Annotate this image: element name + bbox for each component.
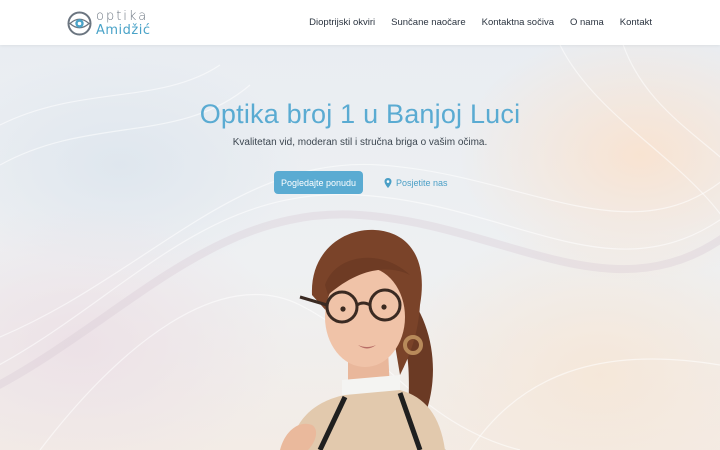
map-pin-icon [384, 177, 392, 188]
hero-title: Optika broj 1 u Banjoj Luci [199, 99, 521, 129]
nav-item-o-nama[interactable]: O nama [570, 17, 604, 28]
eye-logo-icon [67, 11, 92, 35]
main-nav: Dioptrijski okviri Sunčane naočare Konta… [309, 0, 652, 45]
nav-item-kontakt[interactable]: Kontakt [620, 17, 652, 28]
woman-with-glasses-photo [280, 229, 446, 450]
brand-line-2: Amidžić [96, 22, 151, 38]
view-offer-button[interactable]: Pogledajte ponudu [274, 171, 363, 194]
nav-item-suncane-naocare[interactable]: Sunčane naočare [391, 17, 465, 28]
site-header: optika Amidžić Dioptrijski okviri Sunčan… [0, 0, 720, 45]
visit-us-label: Posjetite nas [396, 177, 448, 188]
brand-logo[interactable]: optika Amidžić [67, 9, 151, 37]
brand-line-1: optika [96, 8, 149, 24]
hero-section: Optika broj 1 u Banjoj Luci Kvalitetan v… [0, 45, 720, 450]
nav-item-dioptrijski-okviri[interactable]: Dioptrijski okviri [309, 17, 375, 28]
nav-item-kontaktna-sociva[interactable]: Kontaktna sočiva [482, 17, 554, 28]
visit-us-link[interactable]: Posjetite nas [384, 171, 448, 194]
brand-name: optika Amidžić [96, 10, 151, 37]
hero-subtitle: Kvalitetan vid, moderan stil i stručna b… [232, 137, 488, 148]
